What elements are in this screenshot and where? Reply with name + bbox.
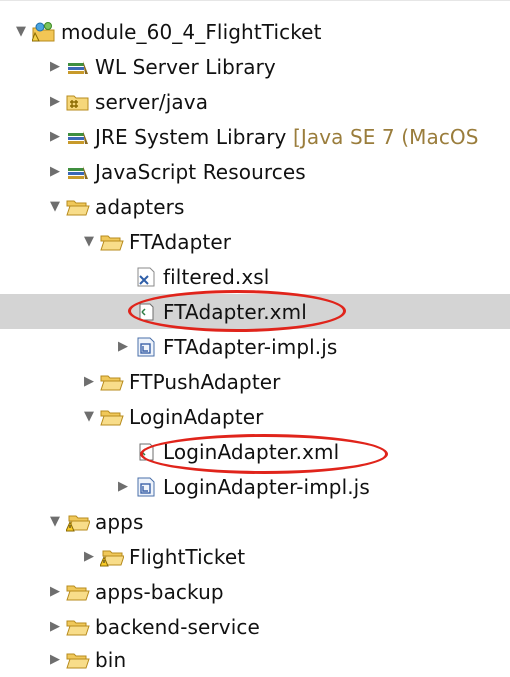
- tree-item-label: module_60_4_FlightTicket: [61, 19, 322, 44]
- collapse-triangle-icon[interactable]: ▶: [116, 339, 130, 354]
- tree-item-loginadapter[interactable]: ▼ LoginAdapter: [0, 399, 510, 434]
- warning-folder-icon: [66, 515, 90, 531]
- js-file-icon: [137, 337, 155, 356]
- project-icon: [32, 21, 55, 41]
- open-folder-icon: [66, 620, 90, 635]
- tree-item-ftadapter-impl-js[interactable]: ▶ FTAdapter-impl.js: [0, 329, 510, 364]
- library-icon: [68, 60, 88, 74]
- tree-item-apps-backup[interactable]: ▶ apps-backup: [0, 574, 510, 609]
- tree-item-javascript-resources[interactable]: ▶ JavaScript Resources: [0, 154, 510, 189]
- tree-item-jre-system-library[interactable]: ▶ JRE System Library [Java SE 7 (MacOS: [0, 119, 510, 154]
- tree-item-label: FTAdapter.xml: [163, 299, 307, 324]
- tree-item-adapters[interactable]: ▼ adapters: [0, 189, 510, 224]
- xml-file-icon: [139, 443, 154, 460]
- collapse-triangle-icon[interactable]: ▶: [82, 549, 96, 564]
- collapse-triangle-icon[interactable]: ▶: [48, 94, 62, 109]
- project-explorer-tree: ▼ module_60_4_FlightTicket ▶ WL Server L…: [0, 0, 510, 676]
- tree-item-label: JRE System Library [Java SE 7 (MacOS: [95, 124, 479, 149]
- collapse-triangle-icon[interactable]: ▶: [116, 479, 130, 494]
- tree-item-ftpushadapter[interactable]: ▶ FTPushAdapter: [0, 364, 510, 399]
- tree-item-label: adapters: [95, 194, 185, 219]
- tree-item-label: apps-backup: [95, 579, 224, 604]
- source-folder-icon: [66, 95, 89, 110]
- open-folder-icon: [100, 375, 124, 390]
- collapse-triangle-icon[interactable]: ▶: [48, 129, 62, 144]
- tree-item-label: backend-service: [95, 614, 260, 639]
- warning-folder-icon: [100, 550, 124, 566]
- collapse-triangle-icon[interactable]: ▶: [48, 164, 62, 179]
- tree-item-project[interactable]: ▼ module_60_4_FlightTicket: [0, 14, 510, 49]
- tree-item-label: WL Server Library: [95, 54, 276, 79]
- library-icon: [68, 130, 88, 144]
- expand-triangle-icon[interactable]: ▼: [82, 234, 96, 249]
- tree-item-ftadapter-xml[interactable]: ▶ FTAdapter.xml: [0, 294, 510, 329]
- tree-item-flightticket[interactable]: ▶ FlightTicket: [0, 539, 510, 574]
- open-folder-icon: [100, 235, 124, 250]
- open-folder-icon: [100, 410, 124, 425]
- collapse-triangle-icon[interactable]: ▶: [48, 619, 62, 634]
- collapse-triangle-icon[interactable]: ▶: [48, 584, 62, 599]
- expand-triangle-icon[interactable]: ▼: [48, 514, 62, 529]
- tree-item-bin[interactable]: ▶ bin: [0, 642, 510, 677]
- collapse-triangle-icon[interactable]: ▶: [48, 652, 62, 667]
- tree-item-label: bin: [95, 647, 127, 672]
- expand-triangle-icon[interactable]: ▼: [48, 199, 62, 214]
- top-divider: [0, 0, 510, 1]
- tree-item-label: FTAdapter: [129, 229, 232, 254]
- tree-item-backend-service[interactable]: ▶ backend-service: [0, 609, 510, 644]
- tree-item-server-java[interactable]: ▶ server/java: [0, 84, 510, 119]
- tree-item-label: FlightTicket: [129, 544, 246, 569]
- tree-item-label: server/java: [95, 89, 209, 114]
- collapse-triangle-icon[interactable]: ▶: [48, 59, 62, 74]
- js-file-icon: [137, 477, 155, 496]
- tree-item-loginadapter-xml[interactable]: ▶ LoginAdapter.xml: [0, 434, 510, 469]
- xsl-file-icon: [137, 267, 155, 286]
- tree-item-label: JavaScript Resources: [95, 159, 306, 184]
- xml-file-icon: [139, 303, 154, 320]
- open-folder-icon: [66, 200, 90, 215]
- tree-item-label: LoginAdapter.xml: [163, 439, 340, 464]
- open-folder-icon: [66, 585, 90, 600]
- tree-item-wl-server-library[interactable]: ▶ WL Server Library: [0, 49, 510, 84]
- expand-triangle-icon[interactable]: ▼: [82, 409, 96, 424]
- tree-item-filtered-xsl[interactable]: ▶ filtered.xsl: [0, 259, 510, 294]
- tree-item-ftadapter[interactable]: ▼ FTAdapter: [0, 224, 510, 259]
- tree-item-label: LoginAdapter-impl.js: [163, 474, 370, 499]
- tree-item-label: filtered.xsl: [163, 264, 270, 289]
- tree-item-apps[interactable]: ▼ apps: [0, 504, 510, 539]
- expand-triangle-icon[interactable]: ▼: [14, 24, 28, 39]
- library-icon: [68, 165, 88, 179]
- collapse-triangle-icon[interactable]: ▶: [82, 374, 96, 389]
- jre-version-label: [Java SE 7 (MacOS: [292, 124, 479, 149]
- tree-item-label: FTPushAdapter: [129, 369, 281, 394]
- tree-item-label: FTAdapter-impl.js: [163, 334, 338, 359]
- tree-item-loginadapter-impl-js[interactable]: ▶ LoginAdapter-impl.js: [0, 469, 510, 504]
- tree-item-label: LoginAdapter: [129, 404, 264, 429]
- open-folder-icon: [66, 653, 90, 668]
- tree-item-label: apps: [95, 509, 144, 534]
